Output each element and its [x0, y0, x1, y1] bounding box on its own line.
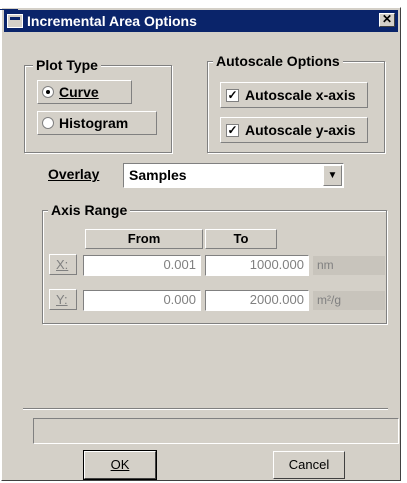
checkbox-autoscale-x[interactable]: ✓ Autoscale x-axis [220, 82, 368, 108]
checkbox-autoscale-y[interactable]: ✓ Autoscale y-axis [220, 117, 368, 143]
callout-line [0, 9, 18, 10]
radio-curve-label: Curve [59, 84, 99, 100]
checkbox-autoscale-y-label: Autoscale y-axis [245, 122, 356, 138]
window-title: Incremental Area Options [27, 13, 197, 29]
autoscale-title: Autoscale Options [213, 53, 343, 69]
plot-type-group: Plot Type Curve Histogram [24, 57, 172, 153]
x-to-field[interactable]: 1000.000 [205, 255, 309, 276]
radio-curve-indicator[interactable] [42, 86, 54, 98]
y-unit: m²/g [313, 291, 385, 310]
radio-histogram-label: Histogram [59, 115, 129, 131]
checkbox-autoscale-x-box[interactable]: ✓ [226, 89, 239, 102]
radio-curve[interactable]: Curve [37, 80, 132, 104]
autoscale-group: Autoscale Options ✓ Autoscale x-axis ✓ A… [207, 53, 385, 153]
checkbox-autoscale-x-label: Autoscale x-axis [245, 87, 356, 103]
x-unit: nm [313, 256, 385, 275]
checkbox-autoscale-y-box[interactable]: ✓ [226, 124, 239, 137]
to-header: To [205, 229, 277, 249]
y-label: Y: [49, 289, 77, 310]
status-bar [33, 418, 399, 444]
radio-histogram[interactable]: Histogram [37, 111, 157, 135]
chevron-down-icon[interactable]: ▼ [323, 165, 342, 186]
close-button[interactable]: ✕ [379, 13, 395, 27]
plot-type-title: Plot Type [33, 57, 101, 73]
overlay-select-value: Samples [129, 167, 187, 183]
ok-button-label: OK [110, 457, 130, 472]
cancel-button[interactable]: Cancel [273, 451, 345, 479]
title-bar[interactable]: Incremental Area Options ✕ [4, 10, 398, 32]
y-to-field[interactable]: 2000.000 [205, 290, 309, 311]
separator [23, 408, 388, 410]
from-header: From [85, 229, 203, 249]
overlay-label: Overlay [48, 166, 100, 182]
app-icon [7, 14, 23, 28]
x-label: X: [49, 254, 77, 275]
axis-range-title: Axis Range [48, 202, 131, 218]
axis-range-group: Axis Range From To X: 0.001 1000.000 nm … [42, 202, 387, 324]
radio-histogram-indicator[interactable] [42, 117, 54, 129]
cancel-button-label: Cancel [288, 457, 330, 472]
overlay-select[interactable]: Samples ▼ [123, 163, 344, 188]
x-from-field[interactable]: 0.001 [83, 255, 201, 276]
ok-button[interactable]: OK [83, 450, 157, 480]
y-from-field[interactable]: 0.000 [83, 290, 201, 311]
options-dialog: Incremental Area Options ✕ Plot Type Cur… [1, 7, 401, 481]
